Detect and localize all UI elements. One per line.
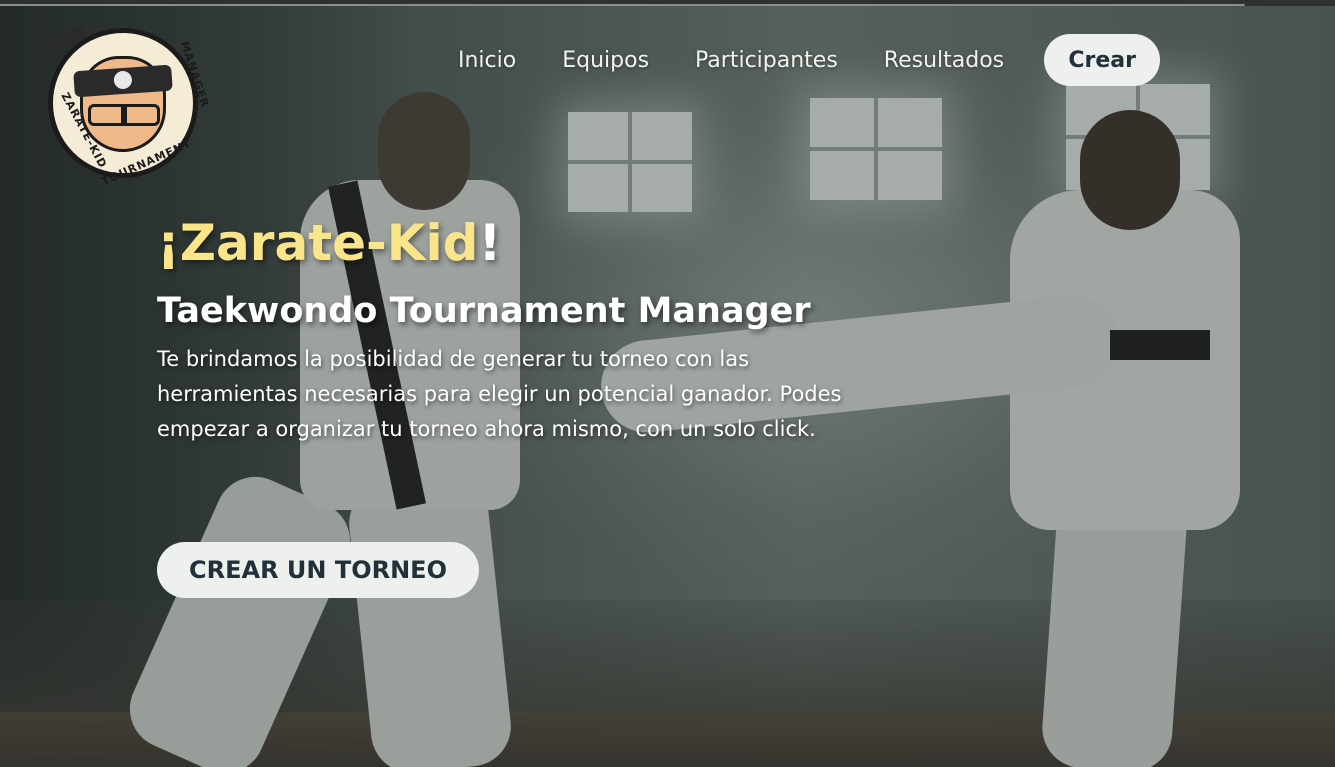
nav-link-inicio[interactable]: Inicio [458,48,516,73]
nav-link-participantes[interactable]: Participantes [695,48,838,73]
nav-link-equipos[interactable]: Equipos [562,48,649,73]
hero-title-main: ¡Zarate-Kid [157,214,479,272]
create-tournament-button[interactable]: CREAR UN TORNEO [157,542,479,598]
hero-subtitle: Taekwondo Tournament Manager [157,291,811,331]
site-logo[interactable]: MANAGER ZARATE-KID TOURNAMENT [39,25,211,188]
hero-title-exclamation: ! [478,214,502,272]
logo-glasses-icon [88,104,160,126]
window-top-edge [0,0,1335,6]
create-button[interactable]: Crear [1044,34,1161,86]
nav-link-resultados[interactable]: Resultados [884,48,1004,73]
hero-content: ¡Zarate-Kid! Taekwondo Tournament Manage… [157,210,857,447]
main-navigation: Inicio Equipos Participantes Resultados … [435,34,1161,86]
hero-description: Te brindamos la posibilidad de generar t… [157,347,842,441]
hero-title: ¡Zarate-Kid! [157,210,857,276]
